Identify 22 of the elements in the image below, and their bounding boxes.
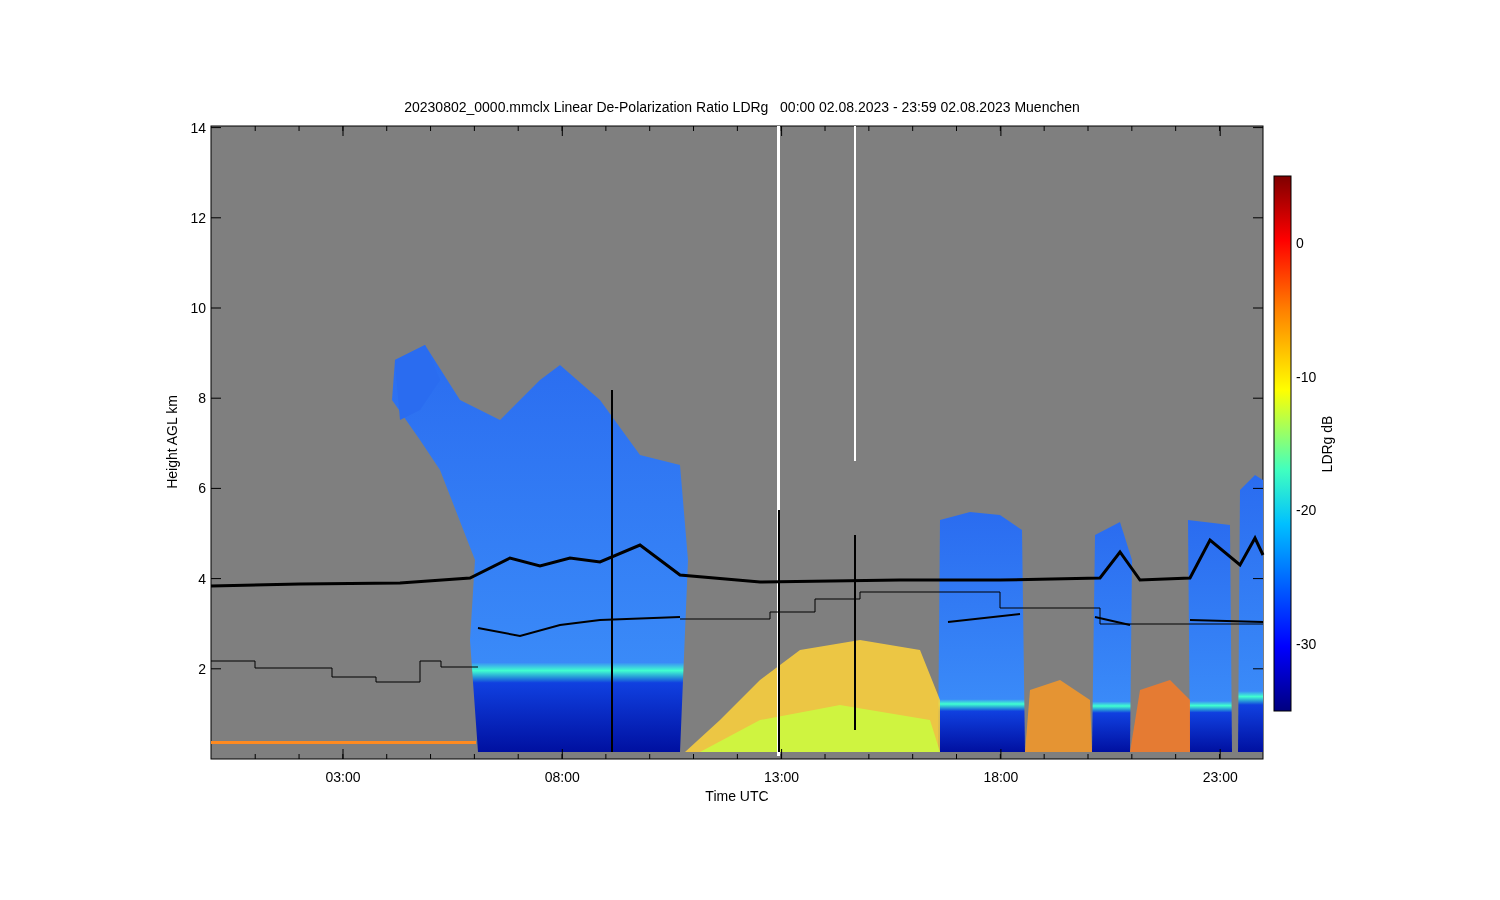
colorbar-tick-label: -10 xyxy=(1296,368,1317,385)
x-tick-label: 13:00 xyxy=(764,769,800,785)
y-tick-label: 2 xyxy=(198,660,206,677)
y-tick-label: 4 xyxy=(198,570,206,587)
x-axis-label: Time UTC xyxy=(705,788,769,804)
x-tick-label: 23:00 xyxy=(1202,769,1238,785)
x-tick-label: 08:00 xyxy=(544,769,580,785)
colorbar-tick-label: -30 xyxy=(1296,635,1317,652)
x-tick-label: 18:00 xyxy=(983,769,1019,785)
boundary-layer-echo-area xyxy=(1025,680,1092,752)
colorbar-tick-label: 0 xyxy=(1296,235,1304,251)
y-tick-label: 8 xyxy=(198,390,206,407)
y-axis-label: Height AGL km xyxy=(164,395,180,489)
y-tick-label: 10 xyxy=(190,300,206,316)
x-tick-label: 03:00 xyxy=(325,769,361,785)
y-tick-label: 14 xyxy=(190,119,206,136)
colorbar-label: LDRg dB xyxy=(1319,415,1335,473)
colorbar-tick-label: -20 xyxy=(1296,502,1317,519)
boundary-layer-echo-area xyxy=(1130,680,1190,752)
y-tick-label: 6 xyxy=(198,480,206,497)
chart-title: 20230802_0000.mmclx Linear De-Polarization Ratio LDRg 00:00 02.08.2023 - 23:59 02.08.2023 Muenchen xyxy=(404,99,1080,115)
y-tick-label: 12 xyxy=(190,209,206,226)
